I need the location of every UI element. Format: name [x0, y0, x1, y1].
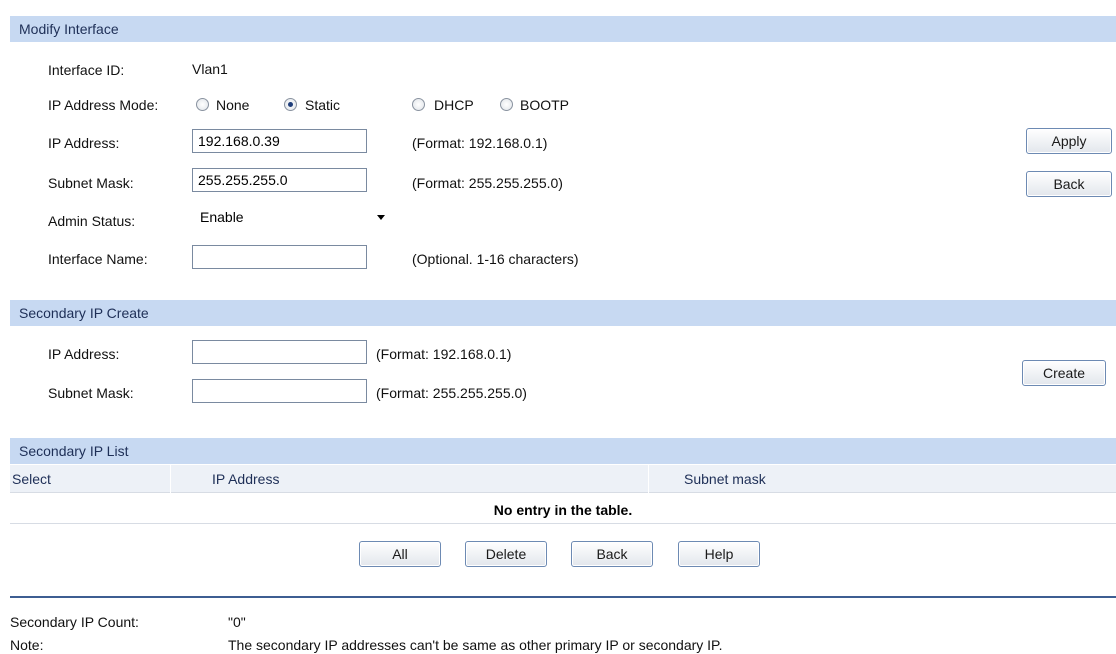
- secondary-subnet-format-hint: (Format: 255.255.255.0): [376, 385, 527, 401]
- secondary-ip-count-label: Secondary IP Count:: [10, 614, 139, 630]
- secondary-ip-format-hint: (Format: 192.168.0.1): [376, 346, 512, 362]
- column-header-subnet-mask: Subnet mask: [684, 471, 766, 487]
- admin-status-value: Enable: [200, 209, 244, 225]
- subnet-mask-input[interactable]: [192, 168, 367, 192]
- note-label: Note:: [10, 637, 44, 653]
- column-header-select: Select: [12, 471, 51, 487]
- admin-status-label: Admin Status:: [48, 213, 136, 229]
- ip-mode-bootp-label: BOOTP: [520, 97, 570, 113]
- ip-mode-dhcp-label: DHCP: [434, 97, 474, 113]
- chevron-down-icon: [377, 215, 385, 220]
- ip-mode-static-radio[interactable]: [284, 98, 297, 111]
- secondary-subnet-mask-label: Subnet Mask:: [48, 385, 134, 401]
- delete-button[interactable]: Delete: [465, 541, 547, 567]
- column-divider: [648, 465, 649, 493]
- ip-mode-static-label: Static: [305, 97, 341, 113]
- ip-address-input[interactable]: [192, 129, 367, 153]
- ip-address-format-hint: (Format: 192.168.0.1): [412, 135, 548, 151]
- secondary-ip-list-header: Secondary IP List: [10, 438, 1116, 464]
- help-button[interactable]: Help: [678, 541, 760, 567]
- create-button[interactable]: Create: [1022, 360, 1106, 386]
- back-button[interactable]: Back: [1026, 171, 1112, 197]
- admin-status-select[interactable]: Enable: [192, 205, 395, 229]
- column-divider: [170, 465, 171, 493]
- select-all-button[interactable]: All: [359, 541, 441, 567]
- interface-name-input[interactable]: [192, 245, 367, 269]
- ip-mode-bootp-radio[interactable]: [500, 98, 513, 111]
- interface-id-label: Interface ID:: [48, 62, 125, 78]
- footer-divider: [10, 596, 1116, 598]
- interface-name-hint: (Optional. 1-16 characters): [412, 251, 579, 267]
- ip-address-label: IP Address:: [48, 135, 120, 151]
- ip-address-mode-label: IP Address Mode:: [48, 97, 159, 113]
- secondary-ip-create-header: Secondary IP Create: [10, 300, 1116, 326]
- ip-mode-none-label: None: [216, 97, 250, 113]
- subnet-mask-label: Subnet Mask:: [48, 175, 134, 191]
- ip-mode-none-radio[interactable]: [196, 98, 209, 111]
- interface-name-label: Interface Name:: [48, 251, 148, 267]
- secondary-ip-count-value: "0": [228, 614, 246, 630]
- column-header-ip-address: IP Address: [212, 471, 280, 487]
- secondary-subnet-mask-input[interactable]: [192, 379, 367, 403]
- list-back-button[interactable]: Back: [571, 541, 653, 567]
- secondary-ip-address-label: IP Address:: [48, 346, 120, 362]
- interface-id-value: Vlan1: [192, 61, 228, 77]
- table-empty-message: No entry in the table.: [10, 497, 1116, 524]
- table-header-row: Select IP Address Subnet mask: [10, 465, 1116, 493]
- note-text: The secondary IP addresses can't be same…: [228, 637, 723, 653]
- modify-interface-header: Modify Interface: [10, 16, 1116, 42]
- secondary-ip-address-input[interactable]: [192, 340, 367, 364]
- ip-mode-dhcp-radio[interactable]: [412, 98, 425, 111]
- subnet-mask-format-hint: (Format: 255.255.255.0): [412, 175, 563, 191]
- apply-button[interactable]: Apply: [1026, 128, 1112, 154]
